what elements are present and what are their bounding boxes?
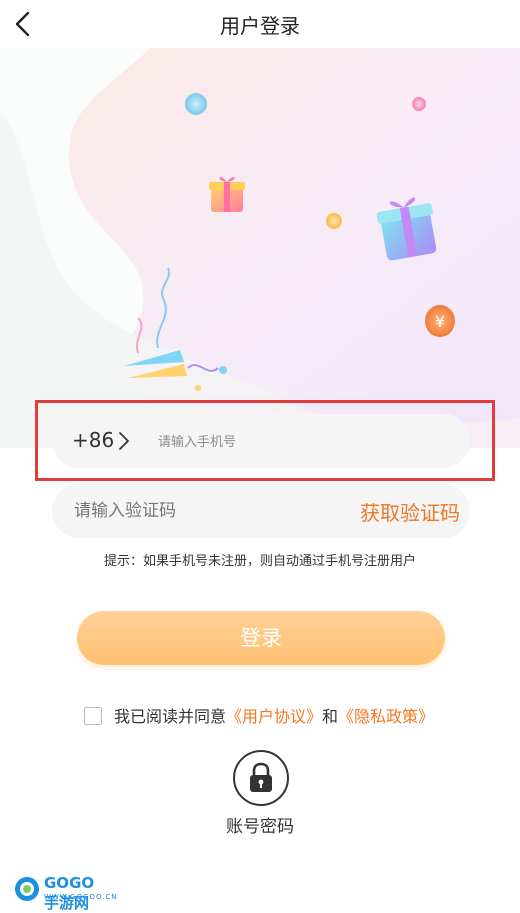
- lock-icon: [250, 762, 272, 792]
- verification-code-input[interactable]: [72, 495, 326, 527]
- user-agreement-link[interactable]: 《用户协议》: [226, 707, 322, 726]
- hero-illustration: ¥: [0, 48, 520, 448]
- privacy-policy-link[interactable]: 《隐私政策》: [338, 707, 434, 726]
- verification-code-row: 获取验证码: [52, 484, 470, 538]
- logo-sub-text: WWW.GOGOO.CN: [44, 893, 118, 901]
- login-button[interactable]: 登录: [77, 611, 445, 665]
- get-code-button[interactable]: 获取验证码: [360, 497, 460, 526]
- svg-text:¥: ¥: [435, 312, 445, 331]
- agreement-row: 我已阅读并同意《用户协议》和《隐私政策》: [84, 703, 434, 727]
- agreement-prefix: 我已阅读并同意: [114, 707, 227, 726]
- registration-hint: 提示：如果手机号未注册，则自动通过手机号注册用户: [103, 554, 416, 569]
- account-login-label[interactable]: 账号密码: [0, 812, 520, 837]
- account-login-button[interactable]: [233, 750, 289, 806]
- logo-mark-icon: [15, 877, 39, 901]
- highlight-box: [35, 400, 495, 481]
- agreement-checkbox[interactable]: [84, 707, 102, 725]
- agreement-and: 和: [322, 707, 339, 726]
- header-bar: 用户登录: [0, 0, 520, 48]
- page-title: 用户登录: [220, 14, 300, 38]
